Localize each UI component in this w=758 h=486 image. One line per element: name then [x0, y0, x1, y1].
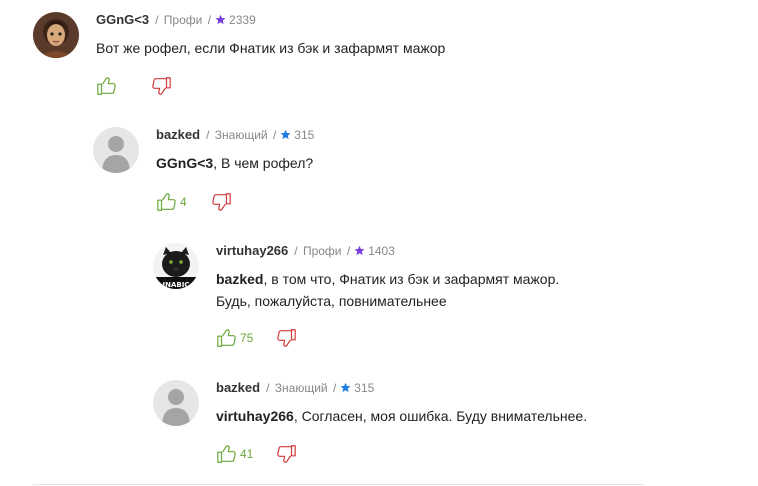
black-panther-avatar: INABIC: [153, 243, 199, 289]
meta-separator: /: [155, 13, 159, 27]
vote-bar: [96, 74, 172, 98]
comment-meta: GGnG<3 / Профи / 2339: [96, 12, 256, 28]
dislike-button[interactable]: [275, 327, 297, 349]
star-icon: [354, 245, 365, 256]
comment-body: , Согласен, моя ошибка. Буду внимательне…: [293, 408, 588, 424]
meta-separator: /: [272, 128, 277, 142]
default-user-avatar: [93, 127, 139, 173]
thumbs-up-icon: [97, 77, 116, 95]
meta-separator: /: [207, 13, 212, 27]
user-rating: 315: [354, 381, 375, 395]
star-icon: [215, 14, 226, 25]
like-button[interactable]: 41: [216, 443, 253, 465]
comment-text: GGnG<3, В чем рофел?: [156, 152, 313, 174]
dislike-button[interactable]: [150, 75, 172, 97]
avatar[interactable]: INABIC: [153, 243, 199, 289]
svg-text:INABIC: INABIC: [163, 281, 190, 289]
comment-text: virtuhay266, Согласен, моя ошибка. Буду …: [216, 405, 587, 427]
vote-bar: 75: [216, 326, 297, 350]
like-count: 4: [180, 195, 187, 209]
thumbs-down-icon: [277, 445, 297, 463]
user-rank: Знающий: [214, 128, 268, 142]
comment-body-line2: Будь, пожалуйста, повнимательнее: [216, 293, 447, 309]
user-rating: 2339: [229, 13, 256, 27]
comment-meta: virtuhay266 / Профи / 1403: [216, 243, 395, 259]
comment: GGnG<3 / Профи / 2339 Вот же рофел, если Ф…: [33, 12, 633, 102]
comment: INABIC virtuhay266 / Профи / 1403 bazked, …: [153, 243, 713, 355]
comment-body: , В чем рофел?: [213, 155, 314, 171]
thumbs-down-icon: [152, 77, 171, 95]
comment-text: Вот же рофел, если Фнатик из бэк и зафар…: [96, 37, 445, 59]
thumbs-down-icon: [277, 329, 297, 347]
thumbs-up-icon: [217, 329, 236, 347]
comment: bazked / Знающий / 315 GGnG<3, В чем рофел…: [93, 127, 653, 222]
reply-mention[interactable]: bazked: [216, 271, 263, 287]
avatar[interactable]: [93, 127, 139, 173]
vote-bar: 41: [216, 442, 297, 466]
dislike-button[interactable]: [275, 443, 297, 465]
avatar[interactable]: [33, 12, 79, 58]
comment-text: bazked, в том что, Фнатик из бэк и зафар…: [216, 268, 559, 312]
like-button[interactable]: [96, 75, 128, 97]
user-rating: 1403: [368, 244, 395, 258]
vote-bar: 4: [156, 190, 232, 214]
author-name[interactable]: bazked: [156, 127, 200, 142]
default-user-avatar: [153, 380, 199, 426]
author-name[interactable]: virtuhay266: [216, 243, 288, 258]
avatar[interactable]: [153, 380, 199, 426]
meta-separator: /: [294, 244, 298, 258]
reply-mention[interactable]: GGnG<3: [156, 155, 213, 171]
thumbs-up-icon: [157, 193, 176, 211]
meta-separator: /: [346, 244, 351, 258]
like-button[interactable]: 75: [216, 327, 253, 349]
anime-character-avatar: [33, 12, 79, 58]
meta-separator: /: [332, 381, 337, 395]
author-name[interactable]: GGnG<3: [96, 12, 149, 27]
like-count: 75: [240, 331, 254, 345]
comment-meta: bazked / Знающий / 315: [156, 127, 314, 143]
like-button[interactable]: 4: [156, 191, 188, 213]
user-rank: Знающий: [274, 381, 328, 395]
user-rating: 315: [294, 128, 315, 142]
divider: [33, 484, 643, 485]
meta-separator: /: [266, 381, 270, 395]
comment-body: , в том что, Фнатик из бэк и зафармят ма…: [263, 271, 560, 287]
user-rank: Профи: [302, 244, 342, 258]
comment-meta: bazked / Знающий / 315: [216, 380, 374, 396]
comment-body: Вот же рофел, если Фнатик из бэк и зафар…: [96, 40, 446, 56]
comment: bazked / Знающий / 315 virtuhay266, Соглас…: [153, 380, 713, 475]
dislike-button[interactable]: [210, 191, 232, 213]
thumbs-up-icon: [217, 445, 236, 463]
star-icon: [340, 382, 351, 393]
reply-mention[interactable]: virtuhay266: [216, 408, 294, 424]
like-count: 41: [240, 447, 254, 461]
author-name[interactable]: bazked: [216, 380, 260, 395]
star-icon: [280, 129, 291, 140]
user-rank: Профи: [163, 13, 203, 27]
thumbs-down-icon: [212, 193, 231, 211]
meta-separator: /: [206, 128, 210, 142]
